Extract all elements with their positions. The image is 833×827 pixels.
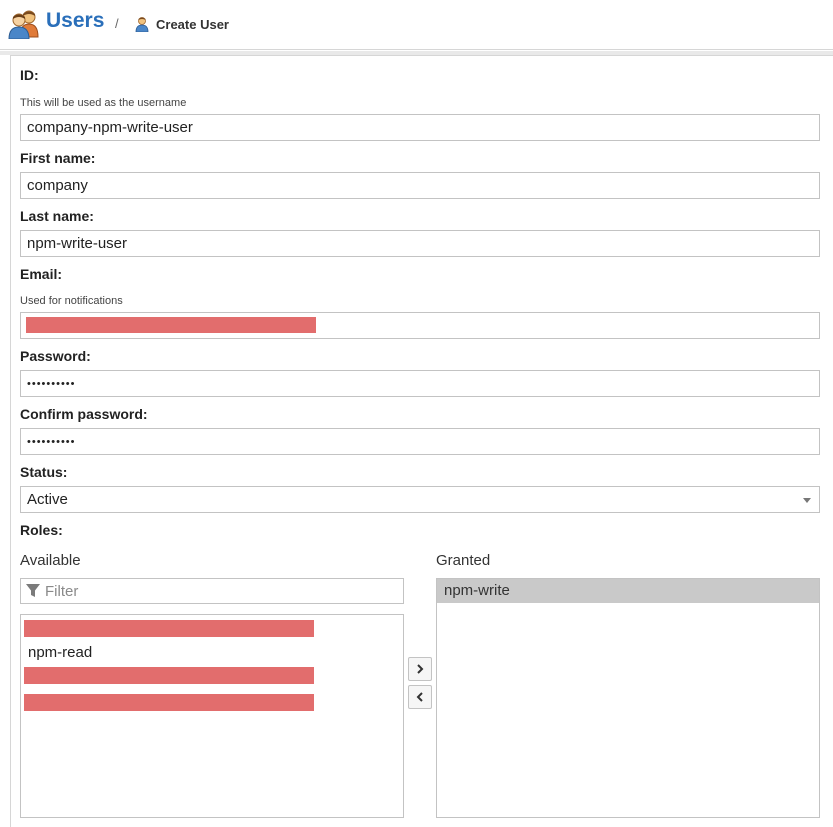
chevron-right-icon xyxy=(417,664,424,674)
available-role-redacted-3[interactable] xyxy=(24,694,314,711)
roles-label: Roles: xyxy=(20,522,63,538)
password-input[interactable]: •••••••••• xyxy=(20,370,820,397)
id-input[interactable]: company-npm-write-user xyxy=(20,114,820,141)
first-name-input[interactable]: company xyxy=(20,172,820,199)
email-label: Email: xyxy=(20,266,63,282)
granted-heading: Granted xyxy=(436,552,491,569)
breadcrumb-separator: / xyxy=(115,16,119,31)
available-roles-list[interactable]: npm-read xyxy=(20,614,404,818)
status-select[interactable]: Active xyxy=(20,486,820,513)
chevron-left-icon xyxy=(416,692,423,702)
granted-roles-list[interactable]: npm-write xyxy=(436,578,820,818)
id-help-text: This will be used as the username xyxy=(20,97,187,109)
user-icon xyxy=(135,17,149,32)
breadcrumb-create-user: Create User xyxy=(156,17,229,32)
email-help-text: Used for notifications xyxy=(20,295,123,307)
revoke-role-button[interactable] xyxy=(408,685,432,709)
available-role-npm-read[interactable]: npm-read xyxy=(28,644,92,661)
id-label: ID: xyxy=(20,67,39,83)
password-label: Password: xyxy=(20,348,91,364)
confirm-password-label: Confirm password: xyxy=(20,406,148,422)
page-header: Users / Create User xyxy=(0,0,833,50)
confirm-password-input[interactable]: •••••••••• xyxy=(20,428,820,455)
granted-role-npm-write[interactable]: npm-write xyxy=(437,579,819,603)
roles-filter[interactable] xyxy=(20,578,404,604)
chevron-down-icon xyxy=(803,498,811,503)
available-role-redacted-2[interactable] xyxy=(24,667,314,684)
users-icon xyxy=(8,10,39,39)
page-title[interactable]: Users xyxy=(46,9,104,33)
available-role-redacted-1[interactable] xyxy=(24,620,314,637)
status-label: Status: xyxy=(20,464,68,480)
status-value: Active xyxy=(27,491,68,508)
last-name-label: Last name: xyxy=(20,208,94,224)
grant-role-button[interactable] xyxy=(408,657,432,681)
last-name-input[interactable]: npm-write-user xyxy=(20,230,820,257)
first-name-label: First name: xyxy=(20,150,96,166)
available-heading: Available xyxy=(20,552,81,569)
email-redaction xyxy=(26,317,316,333)
filter-icon xyxy=(26,584,40,597)
filter-input[interactable] xyxy=(45,582,395,600)
